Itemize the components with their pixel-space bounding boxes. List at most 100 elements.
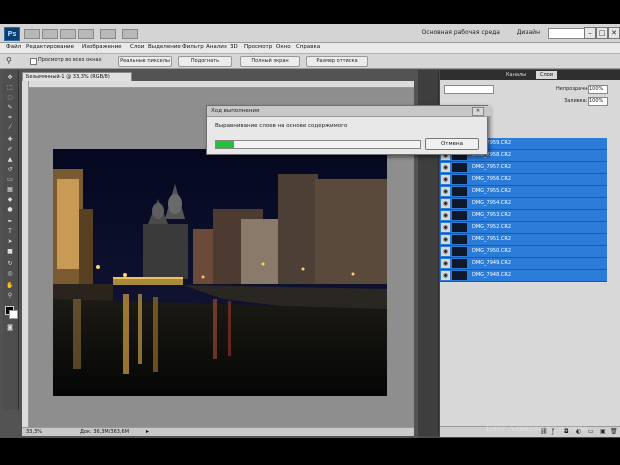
3d-rotate-icon[interactable]: ↻ [5,260,15,267]
status-menu-arrow-icon[interactable]: ▸ [146,428,149,436]
visibility-eye-icon[interactable]: ◉ [441,199,450,208]
blur-tool-icon[interactable]: ◆ [5,196,15,203]
tab-channels[interactable]: Каналы [502,71,530,79]
title-bar: Ps Основная рабочая среда Дизайн – □ ✕ [0,24,620,43]
opacity-input[interactable]: 100% [588,85,608,94]
visibility-eye-icon[interactable]: ◉ [441,247,450,256]
blend-mode-select[interactable] [444,85,494,94]
print-size-button[interactable]: Размер оттиска [306,56,368,67]
maximize-button[interactable]: □ [596,27,608,39]
eyedropper-icon[interactable]: ⁄ [5,124,15,131]
layer-row[interactable]: ◉ DMG_7949.CR2 [440,258,607,270]
dodge-tool-icon[interactable]: ● [5,206,15,213]
document-size: Док: 36,3М/363,6М [80,429,130,435]
background-color-swatch[interactable] [9,310,18,319]
cancel-button[interactable]: Отмена [425,138,479,150]
layer-row[interactable]: ◉ DMG_7954.CR2 [440,198,607,210]
layer-row[interactable]: ◉ DMG_7950.CR2 [440,246,607,258]
layer-thumbnail [452,163,467,172]
layer-thumbnail [452,175,467,184]
visibility-eye-icon[interactable]: ◉ [441,211,450,220]
bridge-icon[interactable] [24,29,40,39]
visibility-eye-icon[interactable]: ◉ [441,259,450,268]
fill-screen-button[interactable]: Полный экран [240,56,300,67]
fit-screen-button[interactable]: Подогнать [178,56,232,67]
visibility-eye-icon[interactable]: ◉ [441,187,450,196]
close-button[interactable]: ✕ [608,27,620,39]
healing-brush-icon[interactable]: ✚ [5,136,15,143]
layer-row[interactable]: ◉ DMG_7952.CR2 [440,222,607,234]
quick-mask-icon[interactable]: ◙ [5,324,15,331]
history-brush-icon[interactable]: ↺ [5,166,15,173]
layer-name: DMG_7949.CR2 [472,260,511,266]
visibility-eye-icon[interactable]: ◉ [441,235,450,244]
status-bar: 33,3% Док: 36,3М/363,6М ▸ [22,427,414,436]
zoom-tool-icon[interactable]: ⚲ [5,292,15,299]
ruler-vertical[interactable] [22,81,29,427]
crop-tool-icon[interactable]: ⌗ [5,114,15,121]
zoom-readout[interactable]: 33,3% [26,428,42,436]
menu-analysis[interactable]: Анализ [206,44,227,50]
layer-row[interactable]: ◉ DMG_7953.CR2 [440,210,607,222]
hand-tool-icon[interactable] [78,29,94,39]
3d-orbit-icon[interactable]: ◎ [5,270,15,277]
visibility-eye-icon[interactable]: ◉ [441,163,450,172]
menu-filter[interactable]: Фильтр [182,44,204,50]
menu-file[interactable]: Файл [6,44,21,50]
layer-thumbnail [452,199,467,208]
layer-row[interactable]: ◉ DMG_7955.CR2 [440,186,607,198]
visibility-eye-icon[interactable]: ◉ [441,223,450,232]
menu-view[interactable]: Просмотр [244,44,272,50]
dialog-close-button[interactable]: ✕ [472,107,484,116]
visibility-eye-icon[interactable]: ◉ [441,175,450,184]
arrange-documents-icon[interactable] [100,29,116,39]
menu-3d[interactable]: 3D [230,44,238,50]
visibility-eye-icon[interactable]: ◉ [441,271,450,280]
ruler-horizontal[interactable] [22,81,414,88]
marquee-tool-icon[interactable]: ⬚ [5,84,15,91]
zoom-tool-icon: ⚲ [6,56,12,65]
menu-window[interactable]: Окно [276,44,291,50]
stamp-tool-icon[interactable]: ▲ [5,156,15,163]
hand-tool-icon[interactable]: ✋ [5,282,15,289]
minimize-button[interactable]: – [584,27,596,39]
new-layer-icon[interactable]: ▣ [600,428,606,435]
design-workspace[interactable]: Дизайн [517,29,540,36]
layer-row[interactable]: ◉ DMG_7956.CR2 [440,174,607,186]
layer-thumbnail [452,187,467,196]
new-group-icon[interactable]: ▭ [588,428,594,435]
pen-tool-icon[interactable]: ✒ [5,218,15,225]
path-selection-icon[interactable]: ➤ [5,238,15,245]
menu-edit[interactable]: Редактирование [26,44,74,50]
all-windows-checkbox[interactable] [30,58,37,65]
tab-layers[interactable]: Слои [536,71,557,79]
layer-row[interactable]: ◉ DMG_7957.CR2 [440,162,607,174]
fill-input[interactable]: 100% [588,97,608,106]
layer-row[interactable]: ◉ DMG_7951.CR2 [440,234,607,246]
layer-thumbnail [452,259,467,268]
quick-selection-icon[interactable]: ✎ [5,104,15,111]
delete-layer-icon[interactable]: 🗑 [610,428,618,435]
layer-row[interactable]: ◉ DMG_7948.CR2 [440,270,607,282]
menu-layers[interactable]: Слои [130,44,144,50]
document-image [53,149,387,396]
night-city-photo [53,149,387,396]
brush-tool-icon[interactable]: ✐ [5,146,15,153]
gradient-tool-icon[interactable]: ▦ [5,186,15,193]
move-tool-icon[interactable]: ✥ [5,74,15,81]
actual-pixels-button[interactable]: Реальные пикселы [118,56,172,67]
menu-select[interactable]: Выделение [148,44,181,50]
progress-bar [215,140,421,149]
menu-image[interactable]: Изображение [82,44,122,50]
eraser-tool-icon[interactable]: ▭ [5,176,15,183]
workspace-switcher[interactable]: Основная рабочая среда [422,29,501,36]
zoom-level-icon[interactable] [60,29,76,39]
layer-thumbnail [452,247,467,256]
menu-help[interactable]: Справка [296,44,320,50]
minibridge-icon[interactable] [42,29,58,39]
lasso-tool-icon[interactable]: ◌ [5,94,15,101]
screen-mode-icon[interactable] [122,29,138,39]
shape-tool-icon[interactable]: ■ [5,248,15,255]
layer-thumbnail [452,271,467,280]
type-tool-icon[interactable]: T [5,228,15,235]
